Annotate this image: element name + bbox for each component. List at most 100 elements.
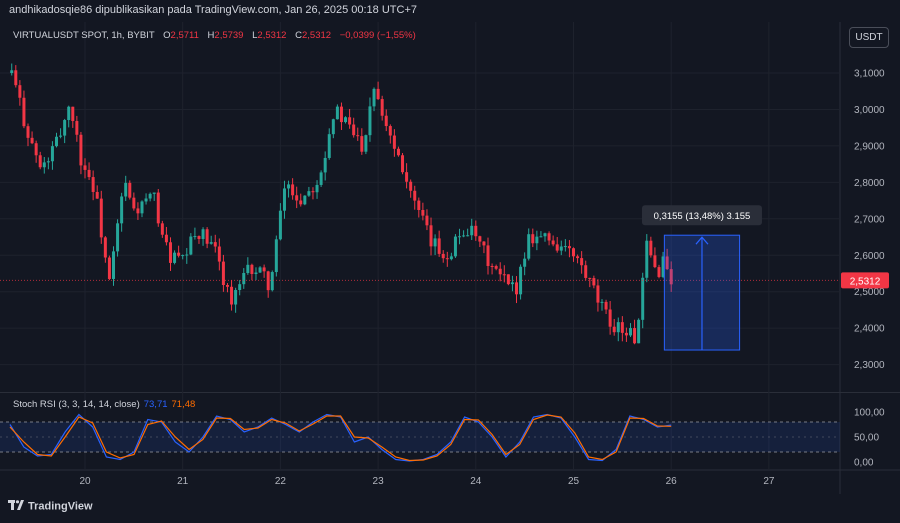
measure-label: 0,3155 (13,48%) 3.155 [654, 211, 751, 222]
price-tick-label: 2,6000 [854, 251, 885, 262]
candle-body [299, 200, 303, 205]
candle-body [217, 246, 221, 262]
stoch-rsi-tick-label: 50,00 [854, 433, 879, 444]
last-price-tag-label: 2,5312 [850, 276, 881, 287]
candle-body [474, 225, 478, 237]
candle-body [132, 197, 136, 209]
candle-body [543, 233, 547, 237]
chart-svg[interactable]: 0,3155 (13,48%) 3.155 3,1000 3,0000 2,9000… [0, 22, 900, 494]
candle-body [588, 277, 592, 279]
tradingview-logo-icon [8, 500, 24, 513]
candle-body [307, 191, 311, 196]
candle-body [348, 117, 352, 125]
symbol-name[interactable]: VIRTUALUSDT SPOT, 1h, BYBIT [13, 30, 155, 41]
candle-body [596, 285, 600, 303]
candle-body [425, 215, 429, 226]
candle-body [213, 242, 217, 247]
candle-body [368, 106, 372, 136]
stoch-rsi-label[interactable]: Stoch RSI (3, 3, 14, 14, close) [13, 399, 140, 410]
candle-body [376, 88, 380, 100]
candle-body [295, 195, 299, 201]
candle-body [50, 146, 54, 162]
chart-area[interactable]: 0,3155 (13,48%) 3.155 3,1000 3,0000 2,9000… [0, 22, 900, 494]
candle-body [103, 237, 107, 258]
candle-body [352, 124, 356, 136]
open-value: 2,5711 [170, 30, 199, 41]
candle-body [555, 244, 559, 251]
candle-body [657, 267, 661, 277]
candle-body [539, 236, 543, 238]
stoch-rsi-k-value: 73,71 [143, 399, 168, 410]
candle-body [470, 225, 474, 236]
candle-body [462, 235, 466, 237]
candle-body [315, 184, 319, 193]
candle-body [592, 278, 596, 286]
candle-body [303, 195, 307, 205]
candle-body [193, 236, 197, 238]
candle-body [339, 106, 343, 123]
candle-body [486, 245, 490, 267]
price-tick-label: 2,7000 [854, 214, 885, 225]
candle-body [319, 172, 323, 185]
candle-body [384, 115, 388, 127]
candle-body [567, 246, 571, 249]
pane-separator [0, 392, 900, 393]
time-tick-label: 27 [763, 476, 775, 487]
candle-body [437, 238, 441, 254]
candle-body [238, 284, 242, 291]
candle-body [197, 236, 201, 239]
candle-body [584, 265, 588, 278]
candle-body [335, 106, 339, 120]
candle-body [429, 225, 433, 247]
time-tick-label: 25 [568, 476, 580, 487]
currency-button[interactable]: USDT [849, 27, 889, 48]
close-label: C [295, 30, 302, 41]
candle-body [250, 264, 254, 274]
price-tick-label: 2,4000 [854, 324, 885, 335]
candle-body [246, 264, 250, 274]
candle-body [124, 182, 128, 197]
candle-body [535, 236, 539, 244]
candle-body [356, 135, 360, 137]
footer [0, 494, 900, 523]
time-tick-label: 20 [79, 476, 91, 487]
time-tick-label: 21 [177, 476, 189, 487]
candle-body [645, 240, 649, 278]
candle-body [168, 242, 172, 263]
candle-body [392, 135, 396, 149]
change-value: −0,0399 (−1,55%) [339, 30, 416, 41]
tradingview-logo[interactable]: TradingView [8, 500, 93, 513]
candle-body [221, 261, 225, 286]
candle-body [515, 282, 519, 295]
candle-body [327, 134, 331, 158]
candle-body [152, 192, 156, 194]
time-tick-label: 24 [470, 476, 482, 487]
candle-body [291, 184, 295, 196]
candle-body [140, 201, 144, 214]
candle-body [270, 272, 274, 291]
candle-body [421, 209, 425, 216]
candle-body [380, 99, 384, 116]
candle-body [506, 274, 510, 285]
candle-body [258, 267, 262, 273]
candle-body [59, 135, 63, 137]
candle-body [344, 117, 348, 123]
candle-body [441, 253, 445, 259]
candle-body [563, 246, 567, 248]
candle-body [531, 234, 535, 244]
candle-body [523, 258, 527, 267]
open-label: O [163, 30, 171, 41]
candle-body [38, 155, 42, 168]
candle-body [209, 242, 213, 244]
candle-body [311, 191, 315, 193]
candle-body [87, 169, 91, 178]
published-caption: andhikadosqie86 dipublikasikan pada Trad… [9, 4, 417, 16]
candle-body [63, 120, 67, 136]
candle-body [641, 277, 645, 320]
low-value: 2,5312 [257, 30, 287, 41]
stoch-rsi-legend: Stoch RSI (3, 3, 14, 14, close) 73,71 71,4… [13, 399, 195, 410]
candle-body [46, 161, 50, 163]
price-tick-label: 2,3000 [854, 360, 885, 371]
candle-body [498, 268, 502, 275]
candle-body [164, 234, 168, 243]
